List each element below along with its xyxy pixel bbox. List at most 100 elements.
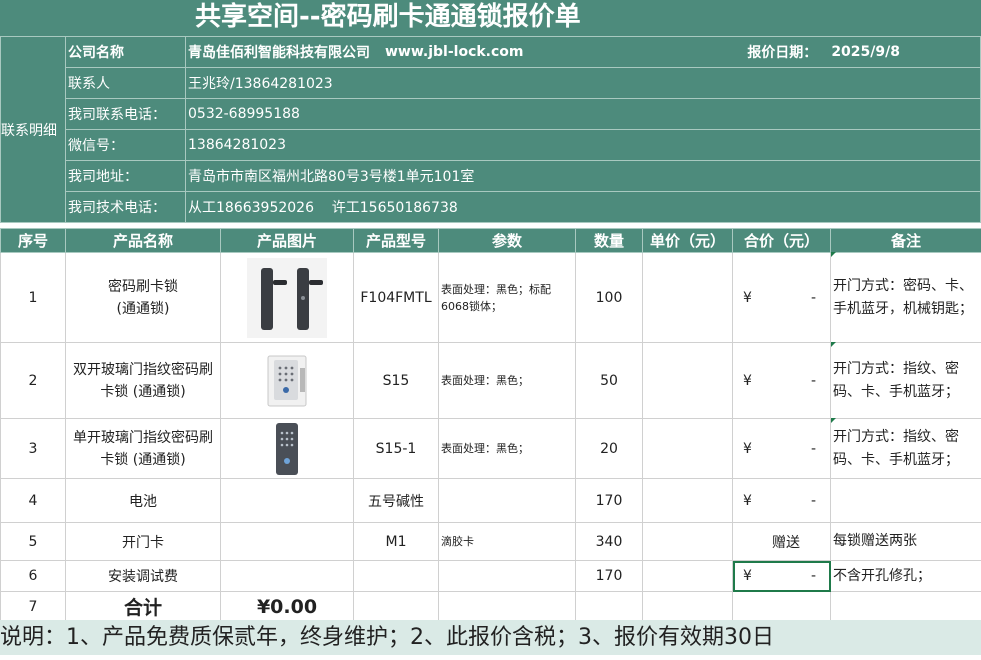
row-params[interactable]: [438, 560, 576, 592]
total-value[interactable]: ¥0.00: [220, 591, 354, 622]
address-label[interactable]: 我司地址：: [65, 160, 186, 192]
row-unit-price[interactable]: [642, 342, 733, 419]
header-model[interactable]: 产品型号: [353, 228, 439, 253]
yen-symbol: ¥: [743, 492, 752, 509]
row-params[interactable]: 表面处理：黑色；: [438, 418, 576, 479]
row-qty[interactable]: 170: [575, 560, 643, 592]
row-note[interactable]: 不含开孔修孔；: [830, 560, 981, 592]
row-image-cell[interactable]: [220, 478, 354, 523]
row-model[interactable]: S15-1: [353, 418, 439, 479]
date-value: 2025/9/8: [831, 44, 900, 60]
contact-person-value[interactable]: 王兆玲/13864281023: [185, 67, 981, 99]
row-name[interactable]: 安装调试费: [65, 560, 221, 592]
header-params[interactable]: 参数: [438, 228, 576, 253]
row-no[interactable]: 5: [0, 522, 66, 561]
row-model[interactable]: [353, 560, 439, 592]
row-params[interactable]: 滴胶卡: [438, 522, 576, 561]
empty-cell[interactable]: [353, 591, 439, 622]
total-no[interactable]: 7: [0, 591, 66, 622]
header-unit-price[interactable]: 单价（元）: [642, 228, 733, 253]
row-unit-price[interactable]: [642, 560, 733, 592]
header-row: 序号 产品名称 产品图片 产品型号 参数 数量 单价（元） 合价（元） 备注: [0, 228, 981, 253]
row-amount[interactable]: ¥ -: [732, 418, 831, 479]
phone-value[interactable]: 0532-68995188: [185, 98, 981, 130]
row-amount[interactable]: 赠送: [732, 522, 831, 561]
row-image-cell[interactable]: [220, 252, 354, 343]
header-image[interactable]: 产品图片: [220, 228, 354, 253]
row-image-cell[interactable]: [220, 342, 354, 419]
footer-note[interactable]: 说明：1、产品免费质保贰年，终身维护；2、此报价含税；3、报价有效期30日: [0, 620, 981, 655]
row-model[interactable]: S15: [353, 342, 439, 419]
row-name[interactable]: 开门卡: [65, 522, 221, 561]
amount-value: -: [810, 289, 816, 306]
row-amount[interactable]: ¥ -: [732, 342, 831, 419]
header-qty[interactable]: 数量: [575, 228, 643, 253]
empty-cell[interactable]: [575, 591, 643, 622]
row-name[interactable]: 双开玻璃门指纹密码刷卡锁 (通通锁): [65, 342, 221, 419]
lever-lock-icon: [247, 257, 327, 338]
empty-cell[interactable]: [732, 591, 831, 622]
address-value[interactable]: 青岛市市南区福州北路80号3号楼1单元101室: [185, 160, 981, 192]
header-no[interactable]: 序号: [0, 228, 66, 253]
row-params[interactable]: 表面处理：黑色；标配6068锁体；: [438, 252, 576, 343]
contact-person-label[interactable]: 联系人: [65, 67, 186, 99]
header-note[interactable]: 备注: [830, 228, 981, 253]
row-amount[interactable]: ¥ -: [732, 478, 831, 523]
empty-cell[interactable]: [642, 591, 733, 622]
phone-label[interactable]: 我司联系电话：: [65, 98, 186, 130]
row-note[interactable]: [830, 478, 981, 523]
company-name: 青岛佳佰利智能科技有限公司: [188, 45, 370, 61]
company-label[interactable]: 公司名称: [65, 36, 186, 68]
wechat-value[interactable]: 13864281023: [185, 129, 981, 161]
row-image-cell[interactable]: [220, 418, 354, 479]
row-qty[interactable]: 20: [575, 418, 643, 479]
row-params[interactable]: 表面处理：黑色；: [438, 342, 576, 419]
header-name[interactable]: 产品名称: [65, 228, 221, 253]
row-no[interactable]: 2: [0, 342, 66, 419]
row-amount[interactable]: ¥ -: [732, 252, 831, 343]
row-params[interactable]: [438, 478, 576, 523]
row-unit-price[interactable]: [642, 252, 733, 343]
empty-cell[interactable]: [830, 591, 981, 622]
row-name[interactable]: 电池: [65, 478, 221, 523]
row-name[interactable]: 单开玻璃门指纹密码刷卡锁 (通通锁): [65, 418, 221, 479]
row-qty[interactable]: 50: [575, 342, 643, 419]
row-no[interactable]: 6: [0, 560, 66, 592]
row-unit-price[interactable]: [642, 522, 733, 561]
company-cell[interactable]: 青岛佳佰利智能科技有限公司 www.jbl-lock.com 报价日期： 202…: [185, 36, 981, 68]
row-model[interactable]: M1: [353, 522, 439, 561]
row-qty[interactable]: 100: [575, 252, 643, 343]
row-unit-price[interactable]: [642, 478, 733, 523]
row-note[interactable]: 开门方式：指纹、密码、卡、手机蓝牙；: [830, 418, 981, 479]
row-name[interactable]: 密码刷卡锁 (通通锁): [65, 252, 221, 343]
comment-marker: [831, 418, 836, 423]
empty-cell[interactable]: [438, 591, 576, 622]
row-unit-price[interactable]: [642, 418, 733, 479]
row-image-cell[interactable]: [220, 560, 354, 592]
total-row: 7 合计 ¥0.00: [0, 591, 981, 622]
row-amount-selected-cell[interactable]: ¥ -: [732, 560, 831, 592]
row-no[interactable]: 1: [0, 252, 66, 343]
row-no[interactable]: 4: [0, 478, 66, 523]
yen-symbol: ¥: [743, 289, 752, 306]
row-note[interactable]: 开门方式：密码、卡、手机蓝牙，机械钥匙；: [830, 252, 981, 343]
yen-symbol: ¥: [743, 372, 752, 389]
row-note[interactable]: 每锁赠送两张: [830, 522, 981, 561]
tech-phone-label[interactable]: 我司技术电话：: [65, 191, 186, 223]
comment-marker: [831, 252, 836, 257]
row-image-cell[interactable]: [220, 522, 354, 561]
tech-phone-value[interactable]: 从工18663952026 许工15650186738: [185, 191, 981, 223]
row-model[interactable]: 五号碱性: [353, 478, 439, 523]
row-note[interactable]: 开门方式：指纹、密码、卡、手机蓝牙；: [830, 342, 981, 419]
header-amount[interactable]: 合价（元）: [732, 228, 831, 253]
glass-door-lock-icon: [267, 355, 307, 406]
comment-marker: [831, 342, 836, 347]
website: www.jbl-lock.com: [385, 44, 524, 60]
row-qty[interactable]: 340: [575, 522, 643, 561]
row-no[interactable]: 3: [0, 418, 66, 479]
wechat-label[interactable]: 微信号：: [65, 129, 186, 161]
row-qty[interactable]: 170: [575, 478, 643, 523]
total-label[interactable]: 合计: [65, 591, 221, 622]
date-label: 报价日期：: [747, 45, 818, 61]
row-model[interactable]: F104FMTL: [353, 252, 439, 343]
